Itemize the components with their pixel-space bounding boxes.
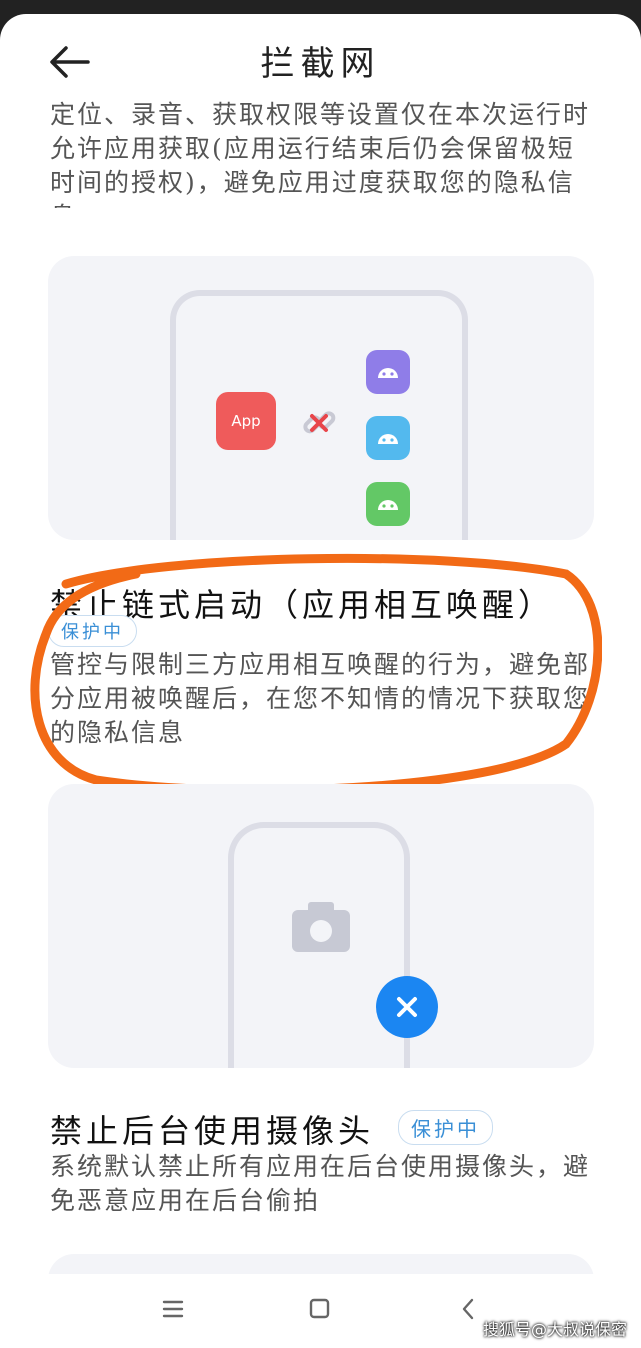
android-app-icon-blue: [366, 416, 410, 460]
header: 拦截网: [0, 14, 641, 104]
status-bar: [0, 0, 641, 14]
close-icon: [376, 976, 438, 1038]
chevron-left-icon: [462, 1298, 474, 1320]
android-icon: [378, 434, 398, 444]
android-app-icon-green: [366, 482, 410, 526]
camera-status-badge: 保护中: [398, 1110, 493, 1145]
home-button[interactable]: [302, 1294, 336, 1324]
camera-illustration: [48, 784, 594, 1068]
android-icon: [378, 500, 398, 510]
back-nav-button[interactable]: [452, 1294, 486, 1324]
intro-description: 定位、录音、获取权限等设置仅在本次运行时允许应用获取(应用运行结束后仍会保留极短…: [50, 100, 591, 208]
camera-title: 禁止后台使用摄像头: [50, 1112, 375, 1150]
broken-link-icon: [303, 411, 336, 434]
page-title: 拦截网: [260, 44, 381, 84]
chain-start-description: 管控与限制三方应用相互唤醒的行为，避免部分应用被唤醒后，在您不知情的情况下获取您…: [50, 650, 591, 747]
menu-button[interactable]: [156, 1294, 190, 1324]
intercept-page: 拦截网 定位、录音、获取权限等设置仅在本次运行时允许应用获取(应用运行结束后仍会…: [0, 14, 641, 1348]
watermark: 搜狐号@大叔说保密: [482, 1320, 627, 1339]
android-icon: [378, 368, 398, 378]
square-icon: [309, 1298, 330, 1319]
menu-icon: [162, 1300, 184, 1318]
app-tile: App: [216, 392, 276, 450]
camera-description: 系统默认禁止所有应用在后台使用摄像头，避免恶意应用在后台偷拍: [50, 1152, 591, 1215]
chain-start-illustration: App: [48, 256, 594, 540]
app-tile-label: App: [231, 412, 261, 430]
chain-start-status-badge: 保护中: [48, 615, 137, 647]
camera-icon: [292, 902, 350, 952]
android-app-icon-purple: [366, 350, 410, 394]
